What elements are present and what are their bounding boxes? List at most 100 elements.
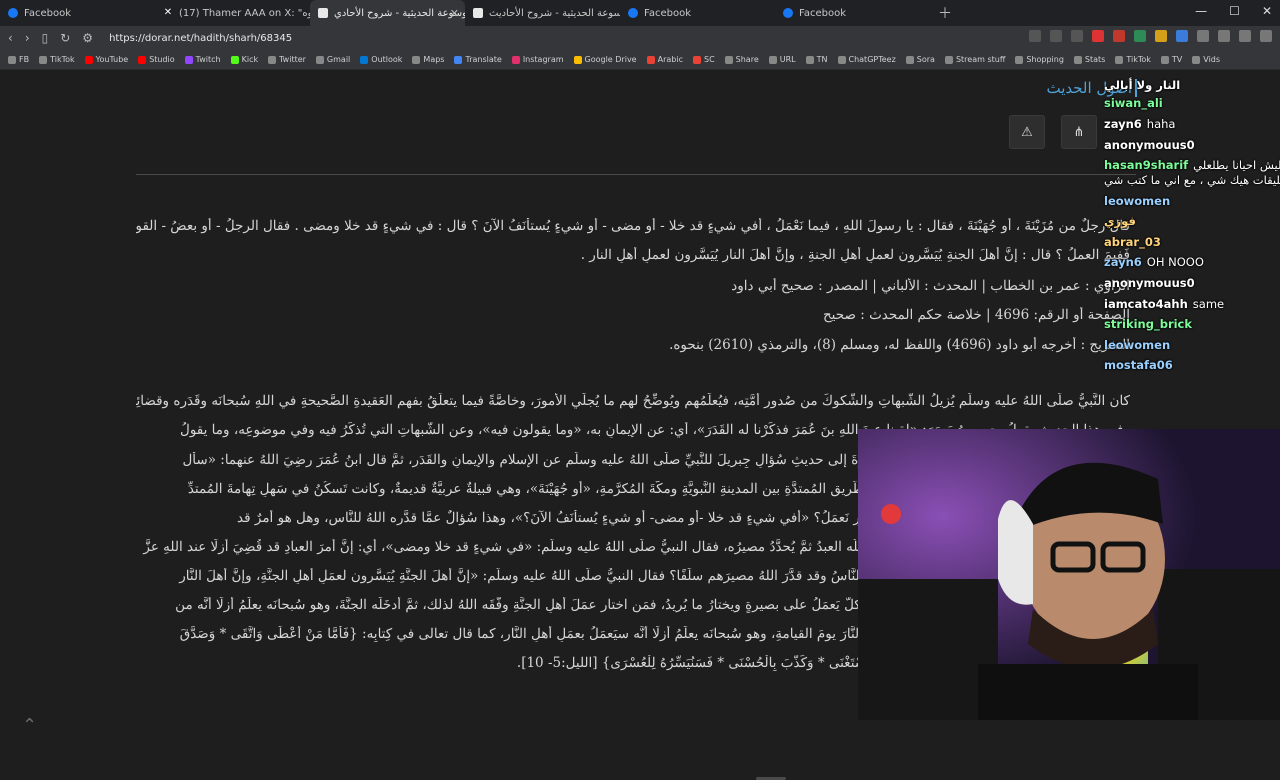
report-button[interactable]: ⚠ <box>1009 115 1045 149</box>
extension-icon[interactable] <box>1134 30 1146 42</box>
puzzle-icon[interactable] <box>1197 30 1209 42</box>
bookmark-item[interactable]: YouTube <box>84 55 128 64</box>
chat-username: striking_brick <box>1104 317 1193 331</box>
bookmark-label: Instagram <box>522 55 564 64</box>
extension-icon[interactable] <box>1092 30 1104 42</box>
close-window-icon[interactable]: ✕ <box>1262 4 1272 18</box>
narrator-line: الراوي : عمر بن الخطاب | المحدث : الألبا… <box>731 278 1130 294</box>
bookmark-label: Arabic <box>657 55 683 64</box>
reload-icon[interactable]: ↻ <box>60 31 70 45</box>
bookmark-favicon-icon <box>944 55 953 64</box>
page-icon <box>473 8 483 18</box>
bookmark-item[interactable]: Translate <box>454 55 502 64</box>
bookmark-label: Share <box>735 55 759 64</box>
new-tab-icon[interactable]: ＋ <box>938 3 952 23</box>
bookmark-icon[interactable]: ▯ <box>42 31 49 45</box>
bookmark-item[interactable]: Twitter <box>268 55 306 64</box>
bookmark-item[interactable]: Stats <box>1073 55 1105 64</box>
chat-text: شباب ليش احيانا يطلعلي <box>1193 158 1280 172</box>
close-tab-icon[interactable]: ✕ <box>450 7 459 20</box>
bookmark-item[interactable]: TikTok <box>1115 55 1151 64</box>
back-icon[interactable]: ‹ <box>8 31 13 45</box>
bookmark-item[interactable]: Shopping <box>1015 55 1064 64</box>
bookmark-item[interactable]: Kick <box>230 55 258 64</box>
bookmark-item[interactable]: Arabic <box>646 55 683 64</box>
bookmark-item[interactable]: Outlook <box>360 55 402 64</box>
bookmark-label: Stream stuff <box>955 55 1006 64</box>
extension-icon[interactable] <box>1155 30 1167 42</box>
translate-icon[interactable] <box>1029 30 1041 42</box>
menu-icon[interactable] <box>1260 30 1272 42</box>
chat-message: hasan9sharif شباب ليش احيانا يطلعلي <box>1104 158 1280 172</box>
address-bar[interactable]: https://dorar.net/hadith/sharh/68345 <box>109 33 292 44</box>
chat-message: zayn6 OH NOOO <box>1104 255 1204 269</box>
extension-icon[interactable] <box>1113 30 1125 42</box>
scroll-to-top-icon[interactable]: ⌃ <box>22 715 37 736</box>
chat-username: النار ولا أبالي <box>1104 78 1181 92</box>
bookmark-label: TikTok <box>50 55 75 64</box>
bookmark-label: Twitter <box>279 55 306 64</box>
tab-facebook-3[interactable]: Facebook <box>775 0 930 26</box>
download-icon[interactable] <box>1218 30 1230 42</box>
bookmark-favicon-icon <box>315 55 324 64</box>
tab-label: Facebook <box>799 7 846 19</box>
tab-label: الموسوعة الحديثية - شروح الأحادي <box>334 7 465 19</box>
bookmark-label: FB <box>19 55 30 64</box>
bookmark-item[interactable]: TikTok <box>39 55 75 64</box>
bookmark-label: TN <box>816 55 828 64</box>
forward-icon[interactable]: › <box>25 31 30 45</box>
bookmark-favicon-icon <box>511 55 520 64</box>
facebook-icon <box>783 8 793 18</box>
tab-facebook-1[interactable]: Facebook <box>0 0 155 26</box>
bookmark-favicon-icon <box>184 55 193 64</box>
share-button[interactable]: ⋔ <box>1061 115 1097 149</box>
bookmark-label: Maps <box>423 55 445 64</box>
bookmark-favicon-icon <box>724 55 733 64</box>
bookmark-label: ChatGPTeez <box>848 55 896 64</box>
chat-username: leowomen <box>1104 338 1171 352</box>
star-icon[interactable] <box>1071 30 1083 42</box>
bookmark-item[interactable]: Share <box>724 55 759 64</box>
bookmark-favicon-icon <box>39 55 48 64</box>
tab-label: (17) Thamer AAA on X: "جاك أمه وأبوه <box>179 7 310 19</box>
bookmark-item[interactable]: Google Drive <box>573 55 637 64</box>
maximize-icon[interactable]: ☐ <box>1229 4 1240 18</box>
chat-username: leowomen <box>1104 194 1171 208</box>
tab-facebook-2[interactable]: Facebook <box>620 0 775 26</box>
minimize-icon[interactable]: — <box>1195 4 1207 18</box>
tab-dorar-2[interactable]: الموسوعة الحديثية - شروح الأحاديث - <box>465 0 620 26</box>
chat-message: leowomen <box>1104 338 1175 352</box>
webcam-overlay <box>858 429 1280 720</box>
chat-username: فوزي <box>1104 214 1136 228</box>
bookmarks-bar: FB TikTok YouTube Studio Twitch Kick Twitter Gm… <box>0 50 1280 70</box>
zoom-icon[interactable] <box>1050 30 1062 42</box>
bookmark-item[interactable]: URL <box>768 55 796 64</box>
bookmark-item[interactable]: ChatGPTeez <box>837 55 896 64</box>
bookmark-item[interactable]: Twitch <box>184 55 221 64</box>
tab-x[interactable]: ✕ (17) Thamer AAA on X: "جاك أمه وأبوه <box>155 0 310 26</box>
warning-icon: ⚠ <box>1021 124 1033 140</box>
sidepanel-icon[interactable] <box>1239 30 1251 42</box>
bookmark-item[interactable]: Sora <box>905 55 935 64</box>
chat-message: anonymouus0 <box>1104 138 1200 152</box>
bookmark-item[interactable]: Gmail <box>315 55 351 64</box>
bookmark-item[interactable]: Studio <box>138 55 175 64</box>
hadith-text-line: قال رجلٌ من مُزَيْنَةَ ، أو جُهَيْنَةَ ،… <box>136 218 1130 234</box>
bookmark-item[interactable]: Instagram <box>511 55 564 64</box>
bookmark-favicon-icon <box>454 55 463 64</box>
bookmark-item[interactable]: SC <box>692 55 715 64</box>
bookmark-item[interactable]: FB <box>8 55 29 64</box>
bookmark-label: Vids <box>1203 55 1221 64</box>
bookmark-label: Gmail <box>326 55 351 64</box>
extension-icon[interactable] <box>1176 30 1188 42</box>
bookmark-favicon-icon <box>1115 55 1124 64</box>
site-info-icon[interactable]: ⚙ <box>82 31 93 45</box>
chat-message: النار ولا أبالي <box>1104 78 1185 92</box>
bookmark-item[interactable]: TV <box>1160 55 1182 64</box>
tab-dorar-active[interactable]: الموسوعة الحديثية - شروح الأحادي ✕ <box>310 0 465 26</box>
bookmark-item[interactable]: Maps <box>412 55 444 64</box>
bookmark-item[interactable]: Vids <box>1192 55 1220 64</box>
bookmark-item[interactable]: TN <box>805 55 828 64</box>
bookmark-favicon-icon <box>1160 55 1169 64</box>
bookmark-item[interactable]: Stream stuff <box>944 55 1006 64</box>
